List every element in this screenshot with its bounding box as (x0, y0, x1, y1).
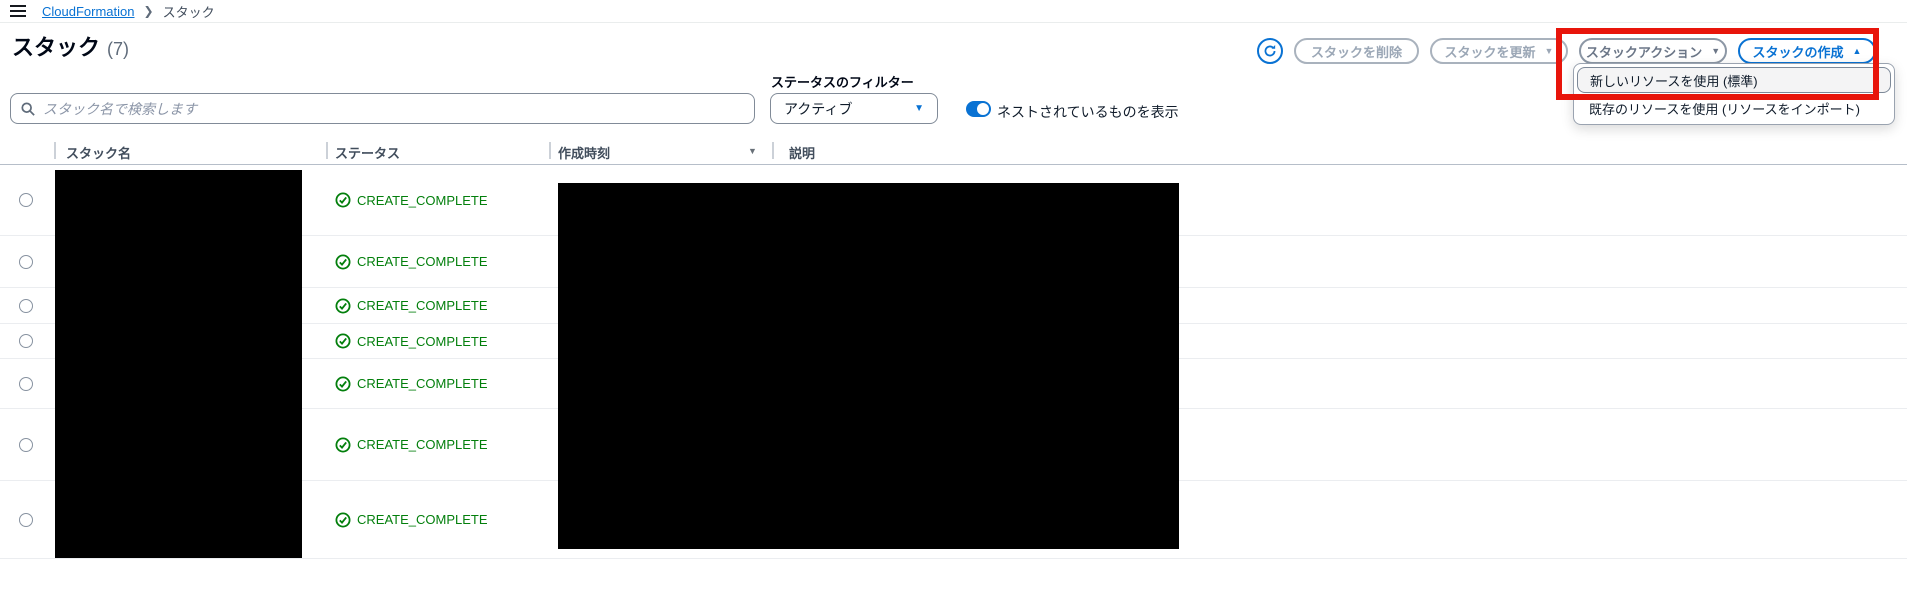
caret-up-icon: ▲ (1852, 46, 1862, 56)
search-input[interactable] (43, 100, 744, 117)
row-select-radio[interactable] (19, 512, 33, 527)
status-filter-select[interactable]: アクティブ ▼ (770, 93, 938, 124)
status-text: CREATE_COMPLETE (357, 376, 488, 391)
menu-icon[interactable] (10, 5, 26, 17)
caret-down-icon: ▼ (1711, 46, 1721, 56)
create-stack-label: スタックの作成 (1752, 44, 1844, 60)
create-stack-button[interactable]: スタックの作成 ▲ (1738, 38, 1876, 64)
column-header-status[interactable]: ステータス (335, 143, 400, 162)
menu-item-new-resources[interactable]: 新しいリソースを使用 (標準) (1577, 67, 1891, 93)
status-badge: CREATE_COMPLETE (335, 512, 488, 528)
column-divider (54, 142, 56, 159)
stack-count: (7) (107, 39, 130, 59)
stack-actions-label: スタックアクション (1585, 44, 1703, 60)
status-badge: CREATE_COMPLETE (335, 254, 488, 270)
success-icon (335, 298, 351, 313)
success-icon (335, 254, 351, 269)
status-text: CREATE_COMPLETE (357, 512, 488, 527)
breadcrumb: CloudFormation ❯ スタック (0, 0, 1907, 23)
status-badge: CREATE_COMPLETE (335, 298, 488, 314)
status-text: CREATE_COMPLETE (357, 333, 488, 349)
row-select-radio[interactable] (19, 193, 33, 207)
page-title-text: スタック (12, 35, 101, 60)
column-divider (326, 142, 328, 159)
status-badge: CREATE_COMPLETE (335, 333, 488, 349)
caret-down-icon: ▼ (1544, 46, 1554, 56)
column-divider (549, 142, 551, 159)
stack-search (10, 93, 755, 124)
column-header-created-time[interactable]: 作成時刻 (558, 143, 610, 162)
success-icon (335, 376, 351, 391)
table-header: スタック名 ステータス 作成時刻 ▼ 説明 (0, 136, 1907, 165)
update-stack-label: スタックを更新 (1444, 44, 1536, 60)
status-badge: CREATE_COMPLETE (335, 376, 488, 392)
column-header-description[interactable]: 説明 (789, 143, 815, 162)
menu-item-existing-resources[interactable]: 既存のリソースを使用 (リソースをインポート) (1577, 95, 1891, 121)
page-title: スタック (7) (12, 30, 129, 62)
success-icon (335, 512, 351, 527)
breadcrumb-link-cloudformation[interactable]: CloudFormation (42, 4, 135, 19)
status-text: CREATE_COMPLETE (357, 437, 488, 452)
delete-stack-label: スタックを削除 (1311, 44, 1403, 60)
success-icon (335, 437, 351, 452)
status-filter-label: ステータスのフィルター (771, 75, 914, 90)
chevron-right-icon: ❯ (143, 4, 154, 18)
show-nested-toggle-label: ネストされているものを表示 (997, 104, 1179, 120)
breadcrumb-current: スタック (162, 4, 215, 20)
status-badge: CREATE_COMPLETE (335, 192, 488, 208)
status-badge: CREATE_COMPLETE (335, 437, 488, 453)
menu-item-label: 新しいリソースを使用 (標準) (1590, 73, 1758, 89)
create-stack-menu: 新しいリソースを使用 (標準) 既存のリソースを使用 (リソースをインポート) (1573, 63, 1895, 125)
caret-down-icon: ▼ (914, 103, 924, 114)
column-divider (772, 142, 774, 159)
cloudformation-stacks-page: CloudFormation ❯ スタック スタック (7) スタックを削除 ス… (0, 0, 1907, 594)
row-select-radio[interactable] (19, 298, 33, 313)
redaction-box-stack-names (55, 170, 302, 558)
refresh-icon (1264, 45, 1276, 57)
row-select-radio[interactable] (19, 254, 33, 269)
row-select-radio[interactable] (19, 376, 33, 391)
stack-actions-button[interactable]: スタックアクション ▼ (1579, 38, 1727, 64)
success-icon (335, 333, 351, 349)
row-select-radio[interactable] (19, 334, 33, 348)
toolbar: スタックを削除 スタックを更新 ▼ スタックアクション ▼ スタックの作成 ▲ (1257, 38, 1876, 64)
show-nested-toggle[interactable] (966, 101, 991, 117)
delete-stack-button[interactable]: スタックを削除 (1294, 38, 1419, 64)
status-text: CREATE_COMPLETE (357, 298, 488, 313)
refresh-button[interactable] (1257, 38, 1283, 64)
column-header-stack-name[interactable]: スタック名 (66, 143, 131, 162)
success-icon (335, 192, 351, 208)
update-stack-button[interactable]: スタックを更新 ▼ (1430, 38, 1568, 64)
status-text: CREATE_COMPLETE (357, 192, 488, 208)
status-text: CREATE_COMPLETE (357, 254, 488, 269)
row-select-radio[interactable] (19, 437, 33, 452)
menu-item-label: 既存のリソースを使用 (リソースをインポート) (1589, 101, 1860, 117)
redaction-box-created-times (558, 183, 1179, 549)
status-filter-value: アクティブ (784, 100, 853, 117)
search-icon (21, 101, 35, 116)
sort-desc-icon[interactable]: ▼ (748, 146, 757, 156)
